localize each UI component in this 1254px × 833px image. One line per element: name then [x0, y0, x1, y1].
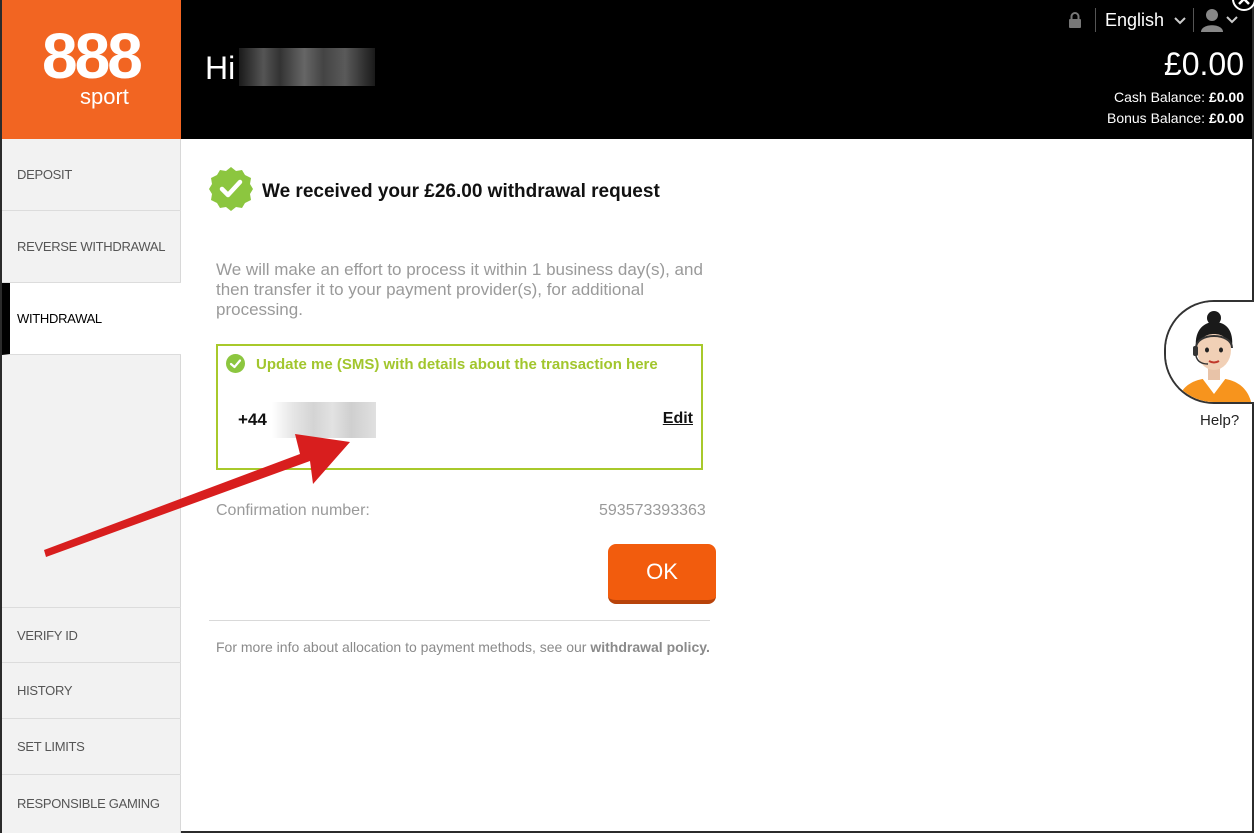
bonus-balance-label: Bonus Balance:: [1106, 110, 1206, 126]
success-badge-icon: [209, 167, 253, 211]
allocation-info-text: For more info about allocation to paymen…: [216, 639, 591, 655]
withdrawal-policy-link[interactable]: withdrawal policy.: [590, 639, 710, 655]
redacted-username: [239, 48, 375, 86]
sms-update-panel: Update me (SMS) with details about the t…: [216, 344, 703, 470]
processing-description: We will make an effort to process it wit…: [216, 260, 703, 319]
divider: [209, 620, 710, 621]
sidebar-item-verify-id[interactable]: VERIFY ID: [2, 607, 181, 663]
chevron-down-icon[interactable]: [1173, 13, 1187, 27]
logo-sport-text: sport: [80, 84, 129, 109]
lock-icon: [1069, 12, 1081, 28]
help-label[interactable]: Help?: [1200, 412, 1239, 429]
chevron-down-icon[interactable]: [1225, 12, 1239, 26]
cash-balance-label: Cash Balance:: [1114, 89, 1206, 105]
brand-logo[interactable]: 888 sport: [2, 0, 181, 139]
header-divider: [1095, 8, 1096, 32]
bonus-balance-value: £0.00: [1208, 110, 1244, 126]
confirmation-label: Confirmation number:: [216, 502, 370, 519]
check-circle-icon[interactable]: [226, 354, 245, 373]
sidebar-item-label: WITHDRAWAL: [17, 311, 102, 326]
sidebar-item-reverse-withdrawal[interactable]: REVERSE WITHDRAWAL: [2, 211, 181, 283]
help-agent-avatar[interactable]: [1164, 300, 1254, 404]
ok-button[interactable]: OK: [608, 544, 716, 604]
cash-balance-value: £0.00: [1208, 89, 1244, 105]
sidebar-item-label: REVERSE WITHDRAWAL: [17, 239, 166, 254]
header-bar: Hi English £0.00 Cash Balance: £0.00 Bon…: [181, 0, 1254, 139]
phone-prefix: +44: [238, 410, 267, 429]
allocation-info: For more info about allocation to paymen…: [216, 637, 716, 657]
greeting: Hi: [205, 50, 236, 86]
user-icon[interactable]: [1201, 8, 1223, 32]
sidebar-item-history[interactable]: HISTORY: [2, 663, 181, 719]
sidebar-item-responsible-gaming[interactable]: RESPONSIBLE GAMING: [2, 775, 181, 831]
edit-phone-link[interactable]: Edit: [663, 410, 693, 428]
sidebar-item-label: RESPONSIBLE GAMING: [17, 795, 160, 811]
sidebar-item-label: DEPOSIT: [17, 167, 72, 182]
close-icon[interactable]: [1231, 0, 1254, 12]
bonus-balance: Bonus Balance: £0.00: [1107, 110, 1244, 126]
sidebar-item-withdrawal[interactable]: WITHDRAWAL: [2, 283, 181, 355]
page-title: We received your £26.00 withdrawal reque…: [262, 181, 660, 202]
cash-balance: Cash Balance: £0.00: [1114, 89, 1244, 105]
support-agent-icon: [1166, 302, 1254, 402]
redacted-phone-number: [272, 402, 376, 438]
sidebar-item-set-limits[interactable]: SET LIMITS: [2, 719, 181, 775]
sidebar-item-deposit[interactable]: DEPOSIT: [2, 139, 181, 211]
sidebar-item-label: VERIFY ID: [17, 627, 78, 643]
sidebar-item-label: SET LIMITS: [17, 739, 85, 754]
sidebar-item-label: HISTORY: [17, 683, 73, 698]
confirmation-number: 593573393363: [599, 502, 706, 519]
sms-update-label: Update me (SMS) with details about the t…: [256, 356, 658, 373]
language-selector[interactable]: English: [1105, 10, 1164, 31]
header-divider: [1193, 8, 1194, 32]
sidebar: DEPOSIT REVERSE WITHDRAWAL WITHDRAWAL VE…: [2, 139, 181, 833]
total-balance: £0.00: [1163, 46, 1244, 82]
logo-888-text: 888: [42, 20, 143, 92]
